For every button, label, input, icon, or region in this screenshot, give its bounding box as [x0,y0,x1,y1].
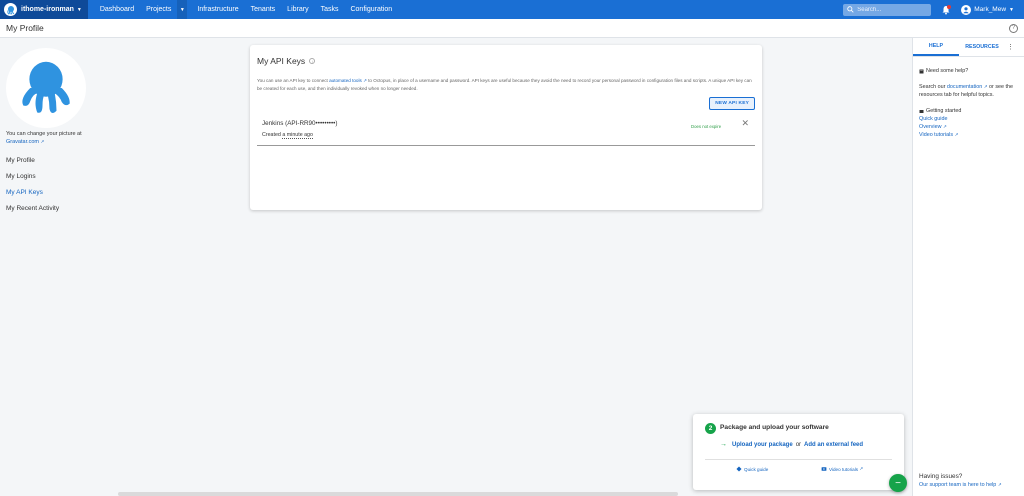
onboarding-action: → Upload your package or Add an external… [720,441,863,448]
help-toggle-icon[interactable]: ? [1009,23,1018,33]
chevron-down-icon: ▼ [76,6,82,13]
tab-resources[interactable]: RESOURCES [959,38,1005,56]
gravatar-text: You can change your picture at [6,131,82,137]
external-link-icon: ↗ [942,124,947,129]
documentation-link[interactable]: documentation ↗ [947,84,988,90]
add-external-feed-link[interactable]: Add an external feed [804,442,863,448]
octopus-avatar-icon [22,61,70,113]
external-link-icon: ↗ [859,466,864,471]
issues-title: Having issues? [919,473,963,480]
nav-infrastructure[interactable]: Infrastructure [191,0,244,19]
api-key-expiry: Does not expire [691,124,722,129]
nav-my-recent-activity[interactable]: My Recent Activity [6,204,59,220]
profile-avatar [6,48,86,128]
chevron-down-icon: ▼ [1009,6,1014,13]
nav-my-profile[interactable]: My Profile [6,156,59,172]
overview-link[interactable]: Overview ↗ [919,123,1018,131]
help-search-text: Search our documentation ↗ or see the re… [919,84,1014,98]
nav-my-logins[interactable]: My Logins [6,172,59,188]
external-link-icon: ↗ [954,132,959,137]
gravatar-hint: You can change your picture at Gravatar.… [6,130,116,146]
step-badge: 2 [705,423,716,434]
page-title: My Profile [6,23,44,33]
api-key-name: Jenkins (API-RR90•••••••••) [262,120,338,127]
video-tutorials-link[interactable]: Video tutorials ↗ [919,131,1018,139]
search-icon [847,6,854,13]
nav-tasks[interactable]: Tasks [315,0,345,19]
need-help-heading: Need some help? [919,67,1018,75]
card-description: You can use an API key to connect automa… [257,78,752,91]
projects-dropdown-icon[interactable]: ▼ [177,0,188,19]
compass-icon [736,466,742,472]
notification-dot [947,4,952,9]
onboarding-quick-guide-link[interactable]: Quick guide [736,466,768,472]
search-input[interactable] [857,6,928,13]
having-issues: Having issues? Our support team is here … [919,473,1002,489]
api-keys-card: My API Keys i You can use an API key to … [250,45,762,210]
quick-guide-link[interactable]: Quick guide [919,115,1018,123]
space-name: ithome-ironman [21,6,74,13]
external-link-icon: ↗ [40,139,45,144]
space-switcher[interactable]: ithome-ironman ▼ [0,0,88,19]
new-api-key-button[interactable]: NEW API KEY [709,97,755,110]
video-icon [821,467,827,471]
revoke-close-icon[interactable]: ✕ [741,118,749,129]
nav-projects[interactable]: Projects [140,0,177,19]
book-icon [919,69,924,73]
search-box[interactable] [843,3,932,16]
upload-package-link[interactable]: Upload your package [732,442,793,448]
bell-icon[interactable] [941,4,952,15]
onboarding-video-tutorials-link[interactable]: Video tutorials ↗ [821,466,863,472]
list-icon [919,109,924,113]
profile-nav: My Profile My Logins My API Keys My Rece… [6,156,59,220]
onboarding-collapse-button[interactable]: − [889,474,907,492]
nav-dashboard[interactable]: Dashboard [94,0,140,19]
help-panel: HELP RESOURCES ⋮ Need some help? Search … [912,38,1024,496]
onboarding-popup: 2 Package and upload your software → Upl… [693,414,904,490]
top-nav-bar: ithome-ironman ▼ Dashboard Projects ▼ In… [0,0,1024,19]
horizontal-scrollbar[interactable] [118,492,678,496]
onboarding-title: Package and upload your software [720,424,829,431]
gravatar-link[interactable]: Gravatar.com ↗ [6,139,44,145]
getting-started-links: Quick guide Overview ↗ Video tutorials ↗ [919,115,1018,139]
divider [705,459,892,460]
api-key-created: Created a minute ago [262,132,313,139]
arrow-right-icon: → [720,441,727,448]
external-link-icon: ↗ [997,482,1002,487]
or-text: or [795,441,802,448]
octopus-logo-icon [4,3,17,16]
user-avatar-icon [961,4,972,15]
support-link[interactable]: Our support team is here to help ↗ [919,482,1002,488]
tab-help[interactable]: HELP [913,38,959,56]
page-header: My Profile ? [0,19,1024,38]
info-icon[interactable]: i [309,58,316,64]
nav-configuration[interactable]: Configuration [344,0,398,19]
nav-library[interactable]: Library [281,0,314,19]
user-name: Mark_Mew [974,6,1007,13]
user-menu[interactable]: Mark_Mew ▼ [961,4,1014,15]
api-key-row: Jenkins (API-RR90•••••••••) Created a mi… [257,115,755,146]
nav-tenants[interactable]: Tenants [245,0,282,19]
automated-tools-link[interactable]: automated tools ↗ [329,78,367,83]
card-title: My API Keys i [257,56,316,66]
getting-started-heading: Getting started [919,107,1018,115]
more-options-icon[interactable]: ⋮ [1007,38,1014,56]
nav-my-api-keys[interactable]: My API Keys [6,188,59,204]
